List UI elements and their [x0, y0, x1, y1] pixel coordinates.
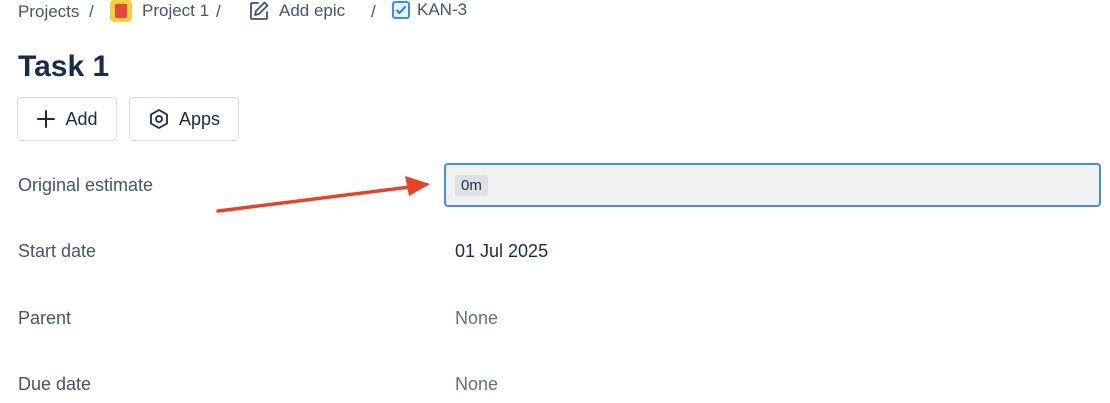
apps-button[interactable]: Apps — [129, 97, 239, 141]
plus-icon — [36, 109, 56, 129]
breadcrumb-add-epic-label: Add epic — [279, 1, 346, 20]
add-button[interactable]: Add — [17, 97, 117, 141]
apps-button-label: Apps — [178, 108, 221, 129]
breadcrumb-separator: / — [371, 2, 376, 21]
breadcrumb-projects[interactable]: Projects — [18, 2, 79, 22]
breadcrumb-project[interactable]: Project 1 — [110, 0, 209, 22]
breadcrumb-project-label: Project 1 — [142, 1, 210, 20]
issue-title[interactable]: Task 1 — [18, 50, 109, 84]
issue-view: Projects / Project 1 / Add epic / KAN-3 … — [0, 0, 1110, 403]
checkbox-icon — [392, 1, 410, 19]
breadcrumb-add-epic[interactable]: Add epic — [248, 0, 345, 22]
breadcrumb-issue-key: KAN-3 — [417, 0, 468, 19]
breadcrumb-separator: / — [89, 2, 94, 21]
parent-label: Parent — [18, 308, 72, 328]
breadcrumb-issue[interactable]: KAN-3 — [392, 0, 467, 20]
estimate-value-chip: 0m — [455, 174, 488, 196]
start-date-value[interactable]: 01 Jul 2025 — [455, 241, 548, 262]
start-date-label: Start date — [18, 241, 97, 261]
hexagon-icon — [148, 108, 170, 130]
add-button-label: Add — [65, 108, 98, 129]
due-date-label: Due date — [18, 374, 92, 394]
due-date-value[interactable]: None — [455, 374, 498, 395]
breadcrumb-separator: / — [216, 2, 221, 21]
original-estimate-field[interactable]: 0m — [444, 163, 1101, 207]
edit-icon — [248, 0, 270, 22]
parent-value[interactable]: None — [455, 308, 498, 329]
original-estimate-label: Original estimate — [18, 175, 154, 195]
project-flag-icon — [110, 0, 132, 22]
